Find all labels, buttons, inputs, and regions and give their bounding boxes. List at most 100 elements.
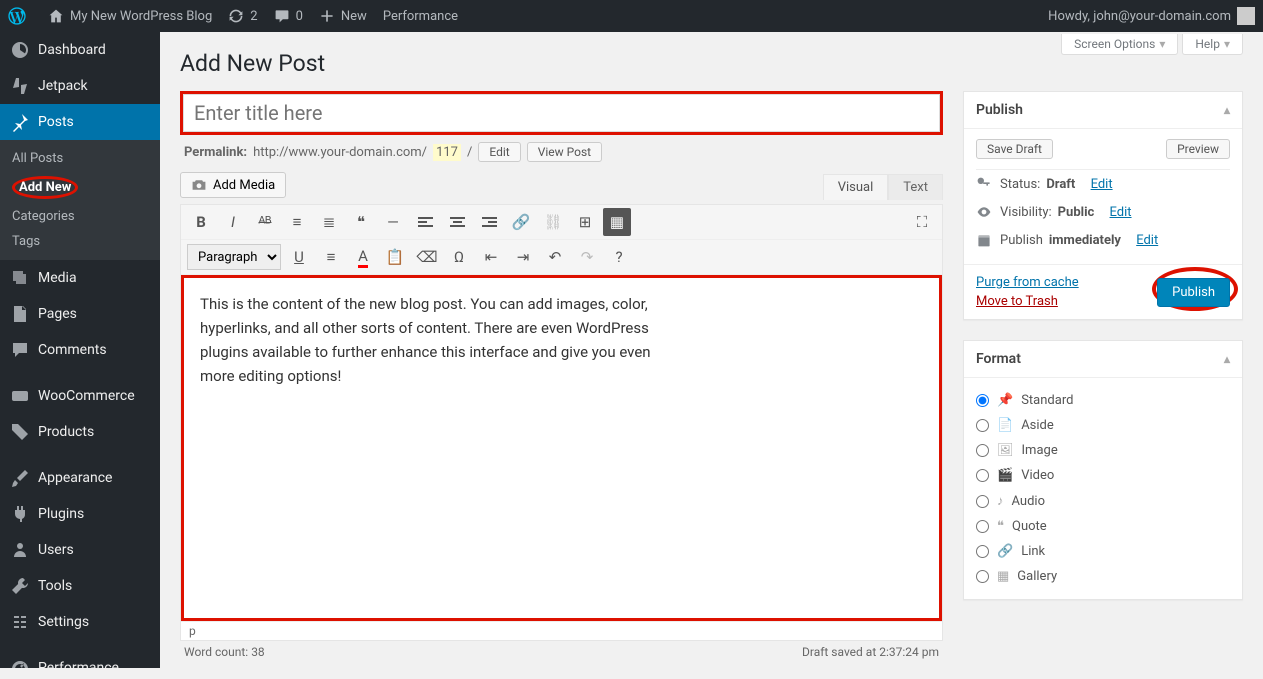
post-title-input[interactable] (183, 94, 940, 132)
format-radio[interactable] (976, 444, 989, 457)
save-draft-button[interactable]: Save Draft (976, 139, 1053, 159)
sidebar-sub-all-posts[interactable]: All Posts (0, 146, 160, 171)
unlink-button[interactable]: ⛓ (539, 208, 567, 236)
sidebar-item-pages[interactable]: Pages (0, 296, 160, 332)
edit-schedule-link[interactable]: Edit (1136, 233, 1158, 248)
format-label: Link (1021, 544, 1045, 559)
sidebar-item-woocommerce[interactable]: WooCommerce (0, 378, 160, 414)
format-option-link[interactable]: 🔗Link (976, 539, 1230, 564)
redo-button[interactable]: ↷ (573, 243, 601, 271)
wp-logo[interactable] (0, 0, 40, 32)
site-name-link[interactable]: My New WordPress Blog (40, 0, 220, 32)
post-content-editor[interactable]: This is the content of the new blog post… (184, 278, 939, 618)
fullscreen-button[interactable]: ⛶ (908, 208, 936, 236)
text-tab[interactable]: Text (888, 174, 943, 200)
word-count: Word count: 38 (184, 645, 265, 659)
special-char-button[interactable]: Ω (445, 243, 473, 271)
undo-button[interactable]: ↶ (541, 243, 569, 271)
sidebar-item-performance[interactable]: Performance (0, 650, 160, 668)
link-button[interactable]: 🔗 (507, 208, 535, 236)
my-account-link[interactable]: Howdy, john@your-domain.com (1040, 0, 1263, 32)
publish-button[interactable]: Publish (1157, 278, 1230, 307)
performance-link[interactable]: Performance (375, 0, 466, 32)
format-option-quote[interactable]: ❝Quote (976, 514, 1230, 539)
visual-tab[interactable]: Visual (823, 174, 889, 200)
sidebar-item-settings[interactable]: Settings (0, 604, 160, 640)
comments-link[interactable]: 0 (266, 0, 311, 32)
sidebar-item-jetpack[interactable]: Jetpack (0, 68, 160, 104)
format-option-image[interactable]: 🖼Image (976, 438, 1230, 463)
help-button[interactable]: ? (605, 243, 633, 271)
help-toggle[interactable]: Help▾ (1182, 34, 1243, 55)
align-right-button[interactable] (475, 208, 503, 236)
outdent-button[interactable]: ⇤ (477, 243, 505, 271)
add-media-button[interactable]: Add Media (180, 172, 286, 198)
new-content-link[interactable]: New (311, 0, 375, 32)
sidebar-sub-categories[interactable]: Categories (0, 204, 160, 229)
format-label: Video (1021, 468, 1054, 483)
move-to-trash-link[interactable]: Move to Trash (976, 294, 1079, 309)
format-image-icon: 🖼 (997, 443, 1014, 458)
sidebar-item-posts[interactable]: Posts (0, 104, 160, 140)
hr-button[interactable]: — (379, 208, 407, 236)
format-select[interactable]: Paragraph (187, 244, 281, 270)
sidebar-item-tools[interactable]: Tools (0, 568, 160, 604)
plugin-icon (10, 504, 30, 524)
format-option-gallery[interactable]: ▦Gallery (976, 564, 1230, 589)
format-video-icon: 🎬 (997, 468, 1013, 483)
updates-link[interactable]: 2 (220, 0, 265, 32)
sidebar-sub-tags[interactable]: Tags (0, 229, 160, 254)
purge-cache-link[interactable]: Purge from cache (976, 275, 1079, 290)
align-left-button[interactable] (411, 208, 439, 236)
format-box-toggle[interactable]: Format▴ (964, 341, 1242, 378)
publish-box-toggle[interactable]: Publish▴ (964, 92, 1242, 129)
format-option-aside[interactable]: 📄Aside (976, 413, 1230, 438)
sidebar-item-label: Media (38, 270, 77, 286)
caret-down-icon: ▾ (1159, 37, 1165, 51)
toolbar-toggle-button[interactable]: ▦ (603, 208, 631, 236)
edit-permalink-button[interactable]: Edit (478, 142, 520, 162)
sidebar-item-users[interactable]: Users (0, 532, 160, 568)
screen-options-toggle[interactable]: Screen Options▾ (1061, 34, 1178, 55)
permalink-slug[interactable]: 117 (433, 144, 461, 161)
format-option-audio[interactable]: ♪Audio (976, 488, 1230, 514)
sidebar-item-products[interactable]: Products (0, 414, 160, 450)
format-radio[interactable] (976, 469, 989, 482)
comments-count: 0 (296, 9, 303, 24)
edit-status-link[interactable]: Edit (1091, 177, 1113, 192)
sidebar-sub-add-new[interactable]: Add New (0, 171, 160, 204)
sidebar-item-media[interactable]: Media (0, 260, 160, 296)
sidebar-item-appearance[interactable]: Appearance (0, 460, 160, 496)
edit-visibility-link[interactable]: Edit (1110, 205, 1132, 220)
more-button[interactable]: ⊞ (571, 208, 599, 236)
italic-button[interactable]: I (219, 208, 247, 236)
format-radio[interactable] (976, 419, 989, 432)
format-option-video[interactable]: 🎬 Video (976, 463, 1230, 488)
format-radio[interactable] (976, 394, 989, 407)
preview-button[interactable]: Preview (1166, 139, 1230, 159)
align-center-button[interactable] (443, 208, 471, 236)
blockquote-button[interactable]: ❝ (347, 208, 375, 236)
format-radio[interactable] (976, 495, 989, 508)
bullet-list-button[interactable]: ≡ (283, 208, 311, 236)
format-option-standard[interactable]: 📌Standard (976, 388, 1230, 413)
format-radio[interactable] (976, 520, 989, 533)
sidebar-item-comments[interactable]: Comments (0, 332, 160, 368)
home-icon (48, 8, 64, 24)
number-list-button[interactable]: ≣ (315, 208, 343, 236)
format-radio[interactable] (976, 570, 989, 583)
sidebar-item-dashboard[interactable]: Dashboard (0, 32, 160, 68)
underline-button[interactable]: U (285, 243, 313, 271)
indent-button[interactable]: ⇥ (509, 243, 537, 271)
paste-text-button[interactable]: 📋 (381, 243, 409, 271)
view-post-button[interactable]: View Post (527, 142, 602, 162)
clear-format-button[interactable]: ⌫ (413, 243, 441, 271)
justify-button[interactable]: ≡ (317, 243, 345, 271)
strike-button[interactable]: ᴬᴮ (251, 208, 279, 236)
format-radio[interactable] (976, 545, 989, 558)
sidebar-item-plugins[interactable]: Plugins (0, 496, 160, 532)
gauge-icon (10, 658, 30, 668)
updates-count: 2 (250, 9, 257, 24)
bold-button[interactable]: B (187, 208, 215, 236)
textcolor-button[interactable]: A (349, 243, 377, 271)
